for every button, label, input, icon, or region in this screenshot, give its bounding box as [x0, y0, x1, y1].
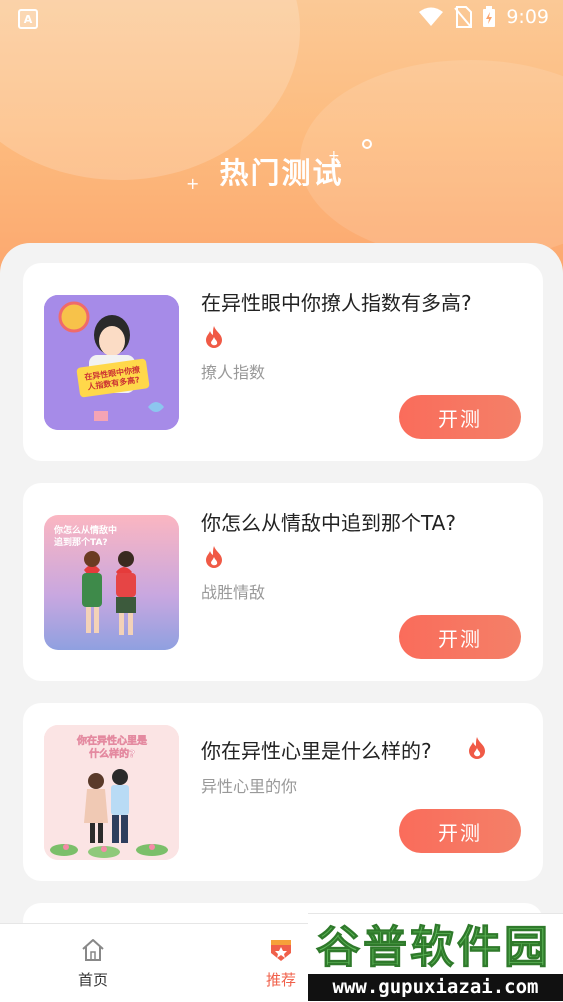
- test-subtitle: 撩人指数: [201, 363, 266, 382]
- hot-fire-icon: [206, 546, 222, 568]
- app-notification-icon: A: [18, 9, 38, 29]
- wifi-icon: [419, 7, 444, 26]
- test-title: 你怎么从情敌中追到那个TA?: [201, 511, 456, 535]
- watermark-url: www.gupuxiazai.com: [308, 974, 563, 1001]
- girl-illustration: [44, 295, 179, 430]
- start-test-button[interactable]: 开测: [399, 809, 521, 853]
- test-list: 在异性眼中你撩 人指数有多高? 在异性眼中你撩人指数有多高? 撩人指数 开测 你…: [0, 243, 563, 943]
- recommend-badge-icon: [271, 940, 291, 961]
- watermark-logo: 谷普软件园 www.gupuxiazai.com: [308, 913, 563, 1002]
- watermark-brand: 谷普软件园: [316, 922, 551, 974]
- no-sim-icon: [454, 6, 473, 28]
- circle-decor: [362, 139, 372, 149]
- test-thumbnail: 你怎么从情敌中 追到那个TA?: [44, 515, 179, 650]
- test-title: 你在异性心里是什么样的?: [201, 739, 432, 763]
- status-bar: A 9:09: [0, 0, 563, 38]
- start-test-button[interactable]: 开测: [399, 395, 521, 439]
- start-test-button[interactable]: 开测: [399, 615, 521, 659]
- thumbnail-text: 你怎么从情敌中: [54, 526, 118, 536]
- battery-charging-icon: [483, 6, 496, 27]
- hot-fire-icon: [206, 326, 222, 348]
- test-thumbnail: 在异性眼中你撩 人指数有多高?: [44, 295, 179, 430]
- thumbnail-text: 什么样的?: [89, 749, 135, 761]
- thumbnail-text: 追到那个TA?: [54, 538, 108, 548]
- test-card[interactable]: 你怎么从情敌中 追到那个TA? 你怎么从情敌中追到那个TA? 战胜情敌 开测: [23, 483, 543, 681]
- tab-home-label: 首页: [77, 971, 108, 989]
- test-subtitle: 战胜情敌: [201, 583, 266, 602]
- home-icon: [82, 939, 104, 961]
- tab-home[interactable]: 首页: [23, 924, 163, 1002]
- tab-recommend-label: 推荐: [265, 971, 296, 989]
- hot-fire-icon: [469, 737, 485, 759]
- test-thumbnail: 你在异性心里是 什么样的?: [44, 725, 179, 860]
- test-title: 在异性眼中你撩人指数有多高?: [201, 291, 472, 315]
- status-time: 9:09: [506, 6, 549, 28]
- test-subtitle: 异性心里的你: [201, 777, 298, 796]
- test-card[interactable]: 你在异性心里是 什么样的? 你在异性心里是什么样的? 异性心里的你 开测: [23, 703, 543, 881]
- thumbnail-text: 你在异性心里是: [77, 736, 148, 748]
- page-title: 热门测试: [219, 156, 344, 190]
- test-card[interactable]: 在异性眼中你撩 人指数有多高? 在异性眼中你撩人指数有多高? 撩人指数 开测: [23, 263, 543, 461]
